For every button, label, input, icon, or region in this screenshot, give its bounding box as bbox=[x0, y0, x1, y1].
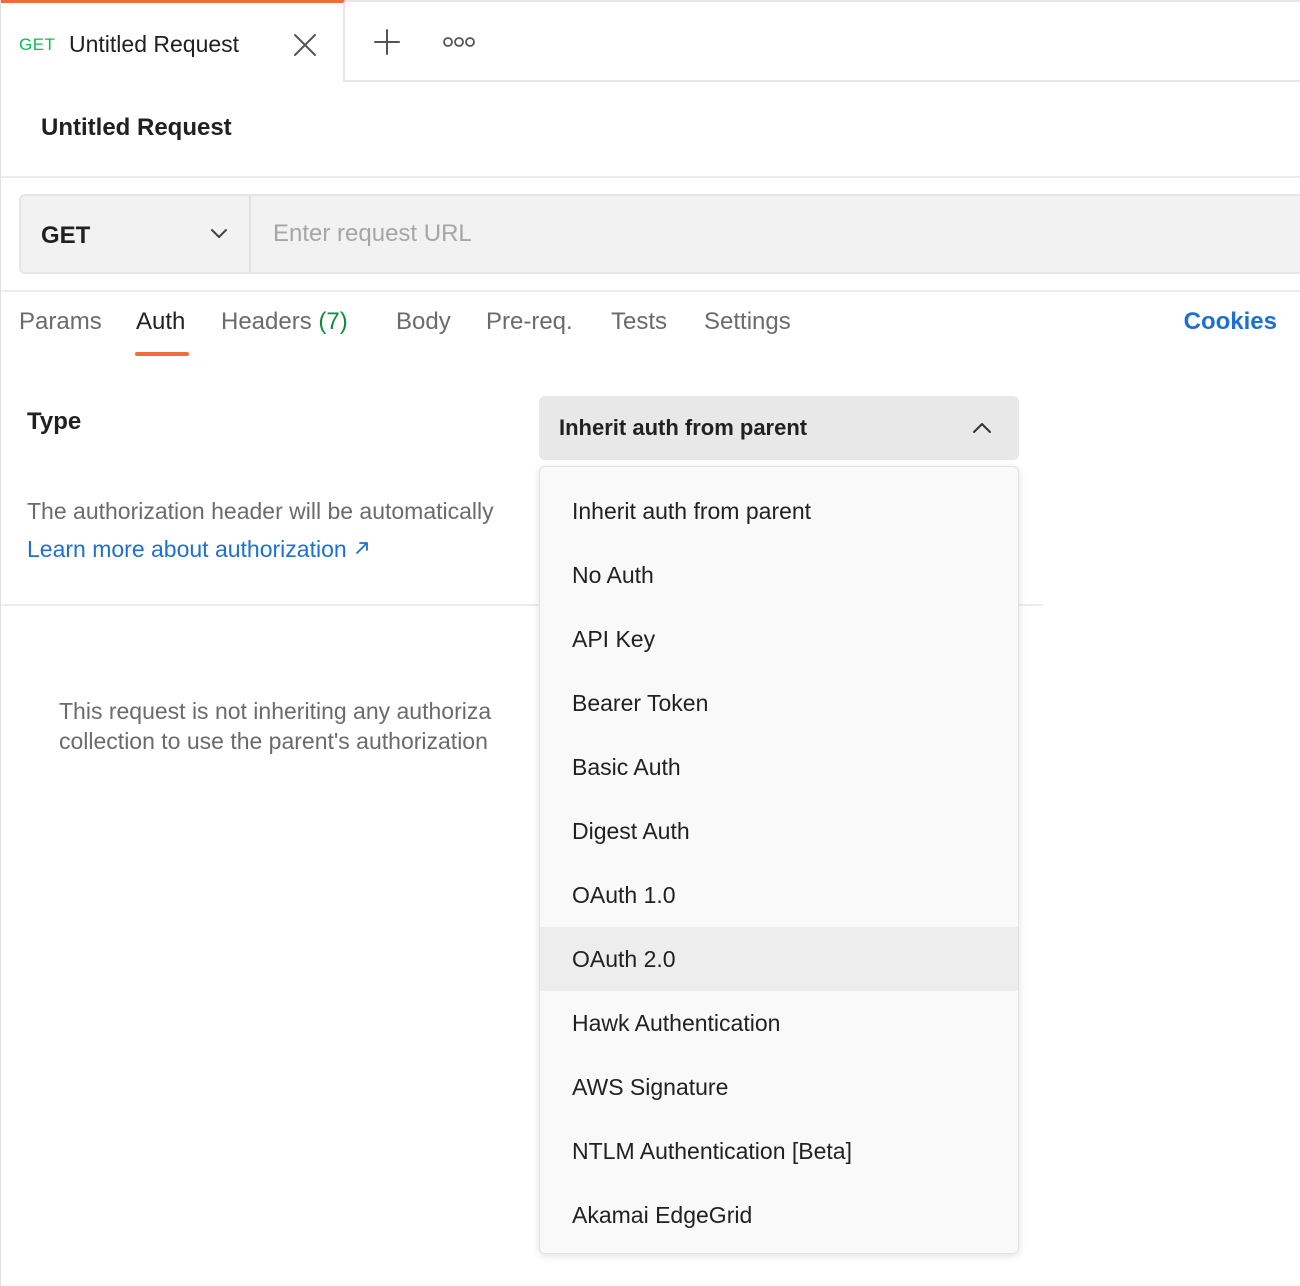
request-tabs: Params Auth Headers (7) Body Pre-req. Te… bbox=[1, 292, 1300, 358]
auth-option-hawk[interactable]: Hawk Authentication bbox=[540, 991, 1018, 1055]
learn-more-label: Learn more about authorization bbox=[27, 536, 347, 562]
auth-option-ntlm[interactable]: NTLM Authentication [Beta] bbox=[540, 1119, 1018, 1183]
tab-settings[interactable]: Settings bbox=[704, 308, 791, 336]
tab-tests[interactable]: Tests bbox=[611, 308, 667, 336]
active-tab-indicator bbox=[135, 352, 189, 356]
more-icon[interactable] bbox=[441, 32, 477, 52]
tab-prereq[interactable]: Pre-req. bbox=[486, 308, 573, 336]
tab-headers-label: Headers bbox=[221, 308, 312, 335]
plus-icon[interactable] bbox=[371, 26, 403, 58]
request-name-title[interactable]: Untitled Request bbox=[41, 114, 232, 142]
method-select[interactable]: GET bbox=[21, 196, 251, 272]
divider bbox=[1, 176, 1300, 178]
auth-type-select-value: Inherit auth from parent bbox=[559, 415, 808, 440]
auth-type-dropdown-menu: Inherit auth from parent No Auth API Key… bbox=[539, 466, 1019, 1254]
auth-option-oauth-1[interactable]: OAuth 1.0 bbox=[540, 863, 1018, 927]
auth-option-basic-auth[interactable]: Basic Auth bbox=[540, 735, 1018, 799]
tab-headers[interactable]: Headers (7) bbox=[221, 308, 348, 336]
auth-option-digest-auth[interactable]: Digest Auth bbox=[540, 799, 1018, 863]
external-link-icon bbox=[355, 542, 368, 554]
tab-bar-bottom-border bbox=[345, 80, 1300, 82]
request-editor: GET Untitled Request Untitled Request GE… bbox=[0, 0, 1300, 1286]
learn-more-link[interactable]: Learn more about authorization bbox=[27, 536, 369, 563]
request-tab[interactable]: GET Untitled Request bbox=[1, 0, 345, 82]
auth-type-select[interactable]: Inherit auth from parent bbox=[539, 396, 1019, 460]
auth-type-label: Type bbox=[27, 408, 82, 435]
auth-option-inherit[interactable]: Inherit auth from parent bbox=[540, 479, 1018, 543]
url-input[interactable] bbox=[251, 196, 1300, 272]
auth-option-no-auth[interactable]: No Auth bbox=[540, 543, 1018, 607]
chevron-up-icon bbox=[973, 423, 991, 433]
auth-option-bearer-token[interactable]: Bearer Token bbox=[540, 671, 1018, 735]
tab-body[interactable]: Body bbox=[396, 308, 451, 336]
tab-headers-count: (7) bbox=[318, 308, 348, 335]
auth-option-oauth-2[interactable]: OAuth 2.0 bbox=[540, 927, 1018, 991]
tab-auth[interactable]: Auth bbox=[136, 308, 185, 336]
auth-option-aws-signature[interactable]: AWS Signature bbox=[540, 1055, 1018, 1119]
cookies-link[interactable]: Cookies bbox=[1184, 308, 1277, 336]
tab-params[interactable]: Params bbox=[19, 308, 102, 336]
chevron-down-icon bbox=[211, 229, 227, 238]
auth-description: The authorization header will be automat… bbox=[27, 498, 494, 524]
tab-title: Untitled Request bbox=[69, 31, 240, 57]
tab-bar: GET Untitled Request bbox=[1, 0, 1300, 82]
tab-method-label: GET bbox=[19, 35, 56, 54]
method-select-value: GET bbox=[41, 222, 91, 249]
tab-bar-top-border bbox=[345, 0, 1300, 2]
url-bar: GET bbox=[19, 194, 1300, 274]
auth-option-akamai-edgegrid[interactable]: Akamai EdgeGrid bbox=[540, 1183, 1018, 1247]
close-icon[interactable] bbox=[291, 31, 319, 59]
auth-option-api-key[interactable]: API Key bbox=[540, 607, 1018, 671]
